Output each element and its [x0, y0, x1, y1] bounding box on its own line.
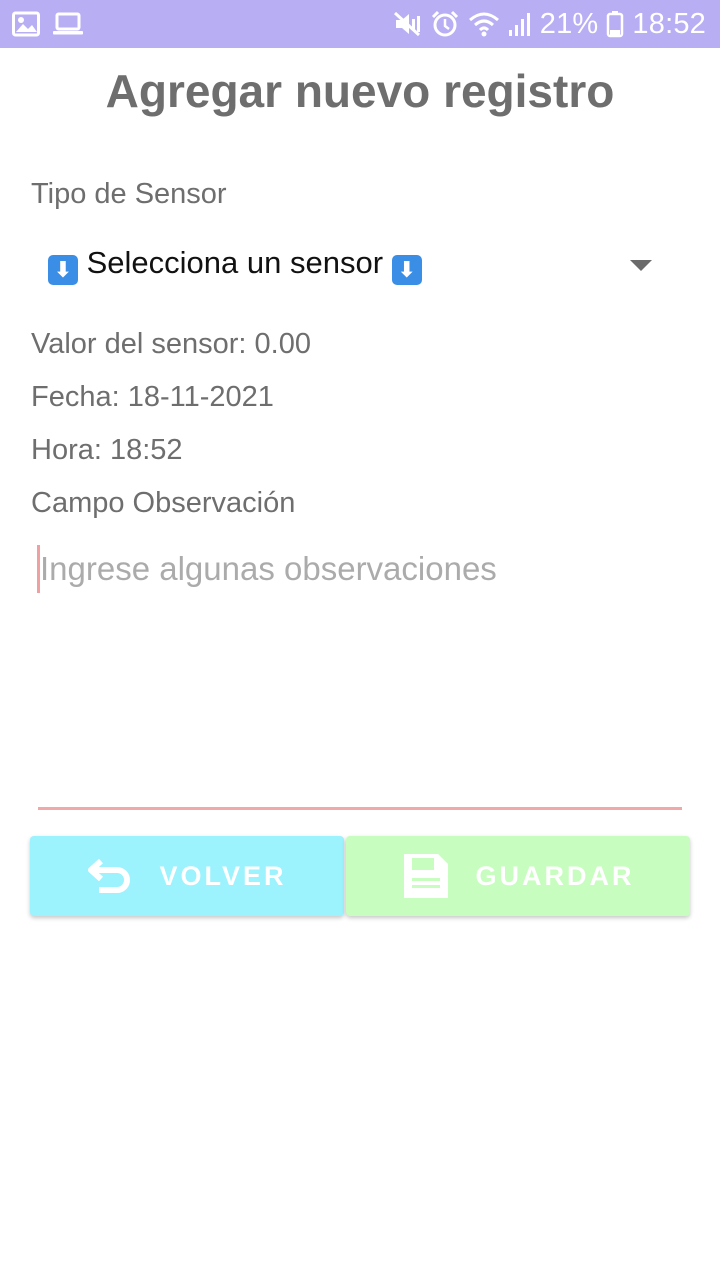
time-label: Hora: 18:52: [31, 434, 183, 466]
text-cursor: [37, 545, 40, 593]
battery-percent: 21%: [539, 7, 599, 40]
observation-label: Campo Observación: [31, 487, 296, 519]
arrow-down-emoji-icon: ⬇: [48, 255, 78, 285]
signal-icon: [508, 10, 532, 38]
back-button[interactable]: VOLVER: [30, 836, 344, 916]
save-button-label: GUARDAR: [475, 860, 635, 891]
mute-vibrate-icon: [392, 10, 422, 38]
floppy-disk-icon: [402, 852, 450, 900]
sensor-value: Valor del sensor: 0.00: [31, 328, 311, 360]
dropdown-arrow-icon: [630, 260, 652, 271]
status-bar-right: 21% 18:52: [384, 8, 706, 41]
sensor-select-text: Selecciona un sensor: [86, 245, 384, 280]
date-label: Fecha: 18-11-2021: [31, 381, 274, 413]
status-bar-left: [12, 11, 96, 37]
sensor-select[interactable]: ⬇ Selecciona un sensor ⬇: [30, 232, 680, 298]
save-button[interactable]: GUARDAR: [346, 836, 690, 916]
undo-icon: [87, 855, 133, 897]
alarm-icon: [430, 10, 460, 38]
observation-input[interactable]: [38, 540, 682, 810]
laptop-icon: [52, 11, 84, 37]
clock: 18:52: [632, 7, 706, 40]
sensor-type-label: Tipo de Sensor: [31, 178, 227, 210]
back-button-label: VOLVER: [159, 860, 287, 891]
wifi-icon: [468, 10, 500, 38]
image-icon: [12, 11, 40, 37]
status-bar: 21% 18:52: [0, 0, 720, 48]
sensor-select-value: ⬇ Selecciona un sensor ⬇: [48, 245, 422, 285]
battery-icon: [606, 10, 624, 38]
arrow-down-emoji-icon: ⬇: [391, 255, 422, 285]
page-title: Agregar nuevo registro: [105, 65, 615, 117]
